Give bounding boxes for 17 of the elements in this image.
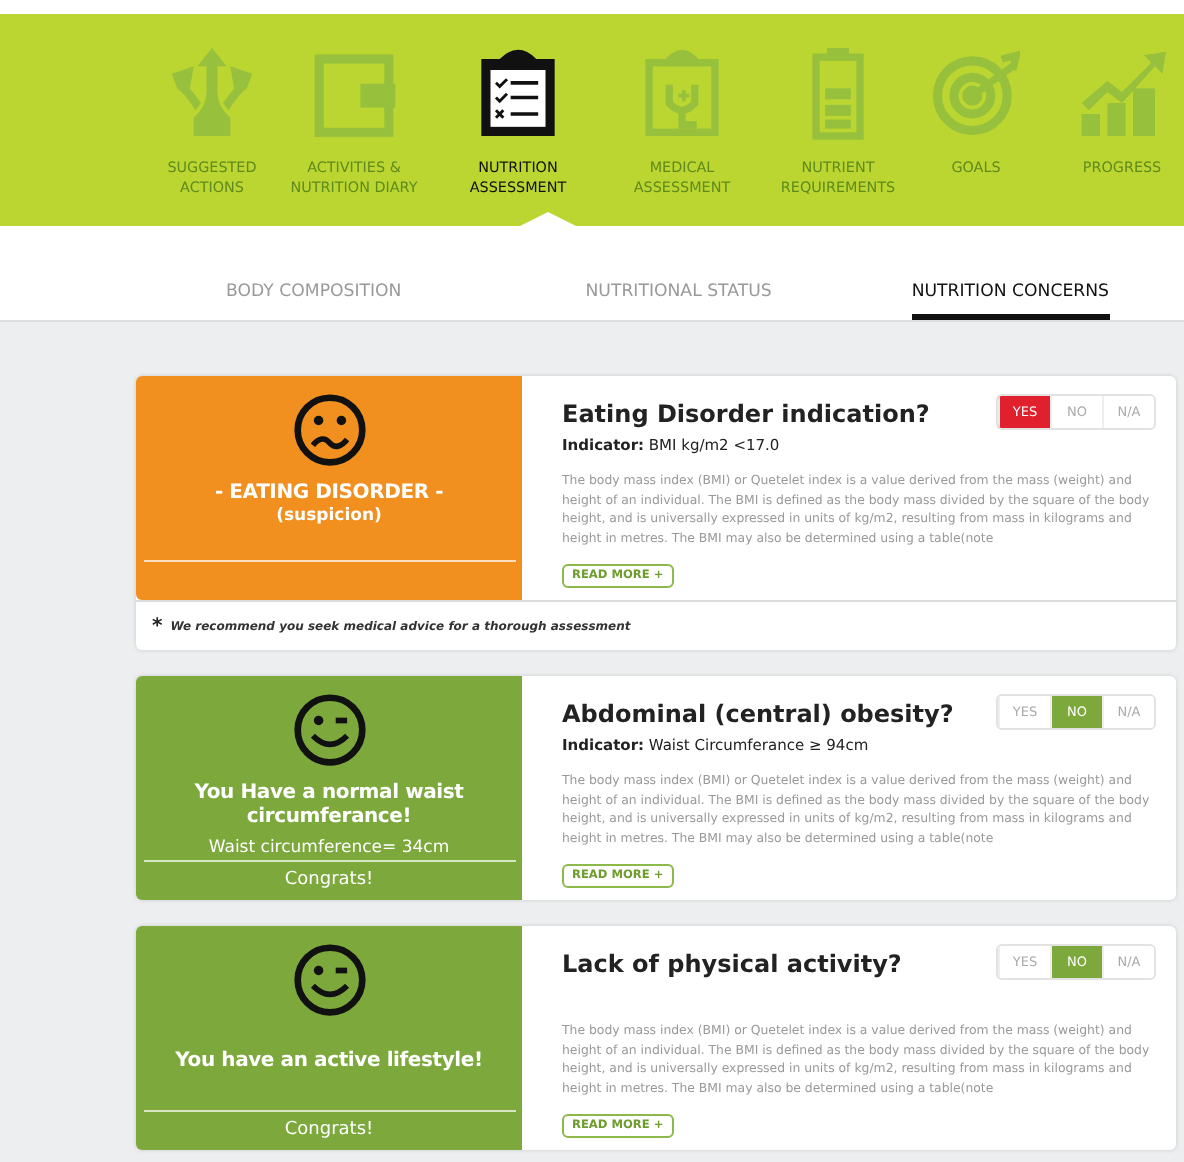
concern-question: Lack of physical activity? [562,950,902,978]
section-tab[interactable]: NUTRITIONAL STATUS [585,282,772,320]
status-headline: - EATING DISORDER - [212,482,446,506]
selection-pointer [520,212,576,226]
winking-face-icon [291,692,367,768]
status-detail: Waist circumference= 34cm [208,838,450,858]
congrats-text: Congrats! [284,1118,374,1144]
sad-face-icon [291,392,367,468]
concern-question: Abdominal (central) obesity? [562,700,954,728]
status-headline: You have an active lifestyle! [173,1050,485,1074]
asterisk-mark: * [152,615,163,637]
section-tab[interactable]: BODY COMPOSITION [226,282,402,320]
congrats-text: Congrats! [284,868,374,894]
concern-question: Eating Disorder indication? [562,400,930,428]
status-headline: You Have a normal waist circumferance! [192,782,466,830]
status-detail: (suspicion) [276,506,382,526]
winking-face-icon [291,942,367,1018]
